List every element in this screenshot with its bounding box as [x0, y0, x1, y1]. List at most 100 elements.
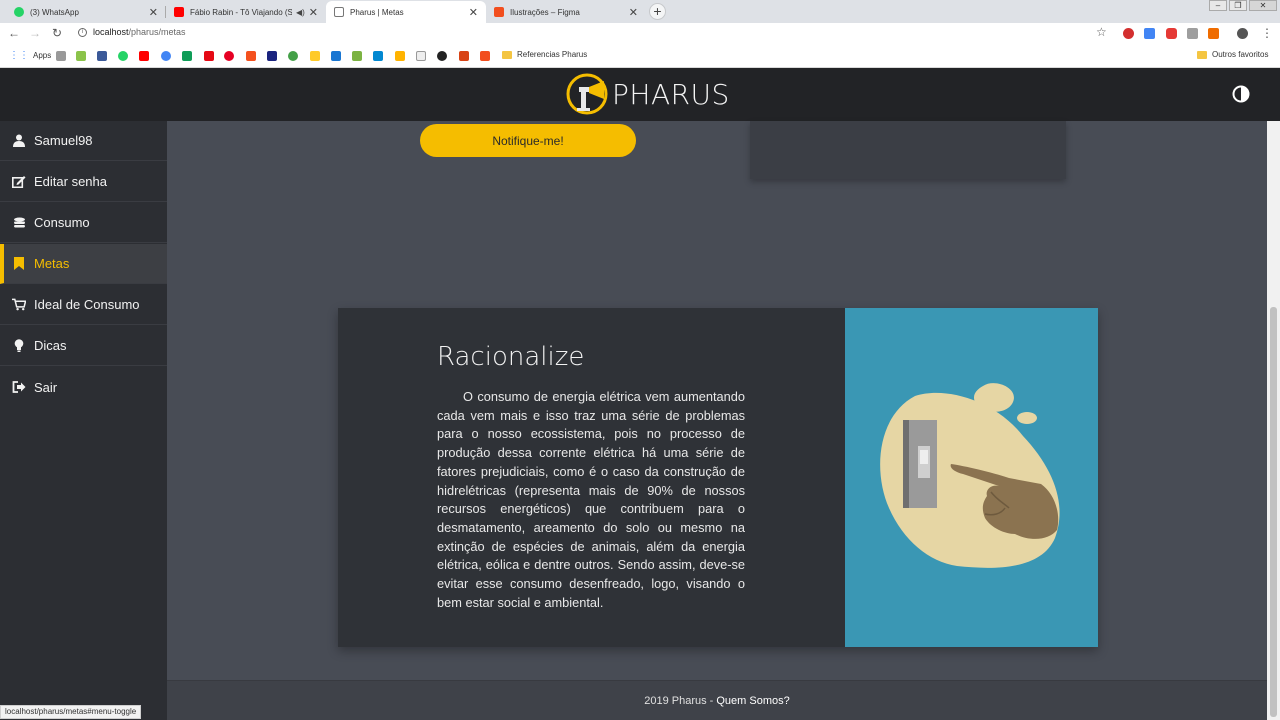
- tab-youtube[interactable]: Fábio Rabin - Tô Viajando (S ◀) ✕: [166, 1, 326, 23]
- sign-out-icon: [12, 380, 26, 394]
- bookmark-icon-r[interactable]: [267, 51, 277, 61]
- sidebar-item-profile[interactable]: Samuel98: [0, 121, 167, 161]
- youtube-extension-icon[interactable]: [1166, 28, 1177, 39]
- close-icon[interactable]: ✕: [149, 6, 158, 19]
- status-bar: localhost/pharus/metas#menu-toggle: [0, 705, 142, 719]
- speaker-icon[interactable]: ◀): [296, 8, 305, 17]
- apps-bookmark[interactable]: ⋮⋮ Apps: [9, 50, 51, 61]
- lightbulb-icon: [12, 339, 26, 353]
- sidebar-item-dicas[interactable]: Dicas: [0, 326, 167, 366]
- bookmark-icon-4[interactable]: [310, 51, 320, 61]
- youtube-icon: [174, 7, 184, 17]
- sidebar-item-label: Ideal de Consumo: [34, 297, 140, 312]
- url-host: localhost: [93, 27, 129, 37]
- reload-icon[interactable]: ↻: [49, 26, 65, 40]
- folder-icon: [502, 50, 512, 59]
- apps-label: Apps: [33, 51, 52, 60]
- new-tab-button[interactable]: +: [649, 3, 666, 20]
- github-icon[interactable]: [437, 51, 447, 61]
- other-bookmarks[interactable]: Outros favoritos: [1197, 50, 1268, 59]
- lighthouse-logo-icon: [566, 73, 608, 115]
- footer-quem-somos-link[interactable]: Quem Somos?: [716, 695, 789, 707]
- bookmarks-bar: ⋮⋮ Apps Referencias Pharus Outros favori…: [0, 45, 1280, 68]
- sap-bookmark-icon[interactable]: [56, 51, 66, 61]
- bookmark-icon-2[interactable]: [246, 51, 256, 61]
- close-icon[interactable]: ✕: [629, 6, 638, 19]
- bookmark-star-icon[interactable]: ☆: [1096, 25, 1107, 39]
- tab-title: Ilustrações – Figma: [510, 7, 580, 17]
- sidebar-item-ideal-consumo[interactable]: Ideal de Consumo: [0, 285, 167, 325]
- sidebar-item-edit-password[interactable]: Editar senha: [0, 162, 167, 202]
- tab-title: Pharus | Metas: [350, 7, 404, 17]
- whatsapp-bookmark-icon[interactable]: [118, 51, 128, 61]
- bookmark-icon-8[interactable]: [395, 51, 405, 61]
- main-content: Notifique-me! Racionalize O consumo de e…: [167, 121, 1267, 720]
- pdf-extension-icon[interactable]: [1187, 28, 1198, 39]
- bookmark-icon-3[interactable]: [288, 51, 298, 61]
- close-icon[interactable]: ✕: [469, 6, 478, 19]
- tab-pharus[interactable]: Pharus | Metas ✕: [326, 1, 486, 23]
- app-header: PHARUS: [0, 68, 1280, 121]
- scrollbar-thumb[interactable]: [1270, 307, 1277, 717]
- bookmark-icon: [12, 257, 26, 271]
- sidebar-item-consumo[interactable]: Consumo: [0, 203, 167, 243]
- pharus-logo[interactable]: PHARUS: [566, 73, 730, 115]
- profile-avatar-icon[interactable]: [1237, 28, 1248, 39]
- racionalize-card: Racionalize O consumo de energia elétric…: [338, 308, 1098, 647]
- google-icon[interactable]: [161, 51, 171, 61]
- whatsapp-icon: [14, 7, 24, 17]
- apps-grid-icon: ⋮⋮: [9, 50, 29, 61]
- tab-title: Fábio Rabin - Tô Viajando (S: [190, 7, 292, 17]
- browser-tab-strip: (3) WhatsApp ✕ Fábio Rabin - Tô Viajando…: [0, 0, 1280, 23]
- coins-icon: [12, 216, 26, 230]
- bookmark-icon-1[interactable]: [76, 51, 86, 61]
- info-icon[interactable]: i: [78, 27, 87, 37]
- url-path: /pharus/metas: [128, 27, 186, 37]
- figma-icon: [494, 7, 504, 17]
- folder-label: Referencias Pharus: [517, 50, 588, 59]
- hand-switch-illustration-icon: [880, 383, 1060, 568]
- card-title: Racionalize: [437, 342, 585, 372]
- translate-extension-icon[interactable]: [1144, 28, 1155, 39]
- figma-bookmark-icon[interactable]: [480, 51, 490, 61]
- contrast-toggle-icon[interactable]: [1232, 85, 1250, 103]
- back-icon[interactable]: ←: [6, 26, 22, 40]
- menu-dots-icon[interactable]: ⋮: [1261, 26, 1273, 40]
- netflix-icon[interactable]: [204, 51, 214, 61]
- cart-icon: [12, 298, 26, 312]
- sidebar-item-label: Consumo: [34, 215, 90, 230]
- bookmark-icon-7[interactable]: [373, 51, 383, 61]
- minimize-button[interactable]: –: [1209, 0, 1227, 11]
- office-extension-icon[interactable]: [1208, 28, 1219, 39]
- forward-icon[interactable]: →: [27, 26, 43, 40]
- maximize-button[interactable]: ❐: [1229, 0, 1247, 11]
- pharus-favicon-icon: [334, 7, 344, 17]
- sidebar-item-metas[interactable]: Metas: [0, 244, 167, 284]
- tab-figma[interactable]: Ilustrações – Figma ✕: [486, 1, 646, 23]
- close-icon[interactable]: ✕: [309, 6, 318, 19]
- page-scrollbar[interactable]: [1267, 121, 1280, 720]
- brand-name: PHARUS: [612, 77, 730, 111]
- bookmark-icon-5[interactable]: [331, 51, 341, 61]
- tab-title: (3) WhatsApp: [30, 7, 79, 17]
- bookmark-icon-6[interactable]: [352, 51, 362, 61]
- pinterest-icon[interactable]: [224, 51, 234, 61]
- bookmark-icon-9[interactable]: [459, 51, 469, 61]
- sidebar-item-label: Sair: [34, 379, 58, 395]
- sidebar-item-sair[interactable]: Sair: [0, 367, 167, 407]
- sidebar: Samuel98 Editar senha Consumo Metas Idea…: [0, 121, 167, 720]
- youtube-bookmark-icon[interactable]: [139, 51, 149, 61]
- notify-button[interactable]: Notifique-me!: [420, 124, 636, 157]
- referencias-folder[interactable]: Referencias Pharus: [502, 50, 587, 59]
- facebook-icon[interactable]: [97, 51, 107, 61]
- adblock-extension-icon[interactable]: [1123, 28, 1134, 39]
- footer-copyright: 2019 Pharus -: [644, 694, 714, 707]
- tab-whatsapp[interactable]: (3) WhatsApp ✕: [6, 1, 166, 23]
- sidebar-item-label: Metas: [34, 256, 70, 271]
- pharus-bookmark-icon[interactable]: [416, 51, 426, 61]
- other-bookmarks-label: Outros favoritos: [1212, 50, 1269, 59]
- drive-icon[interactable]: [182, 51, 192, 61]
- window-close-button[interactable]: ✕: [1249, 0, 1277, 11]
- url-field[interactable]: i localhost/pharus/metas: [78, 27, 186, 37]
- sidebar-item-label: Editar senha: [34, 174, 107, 189]
